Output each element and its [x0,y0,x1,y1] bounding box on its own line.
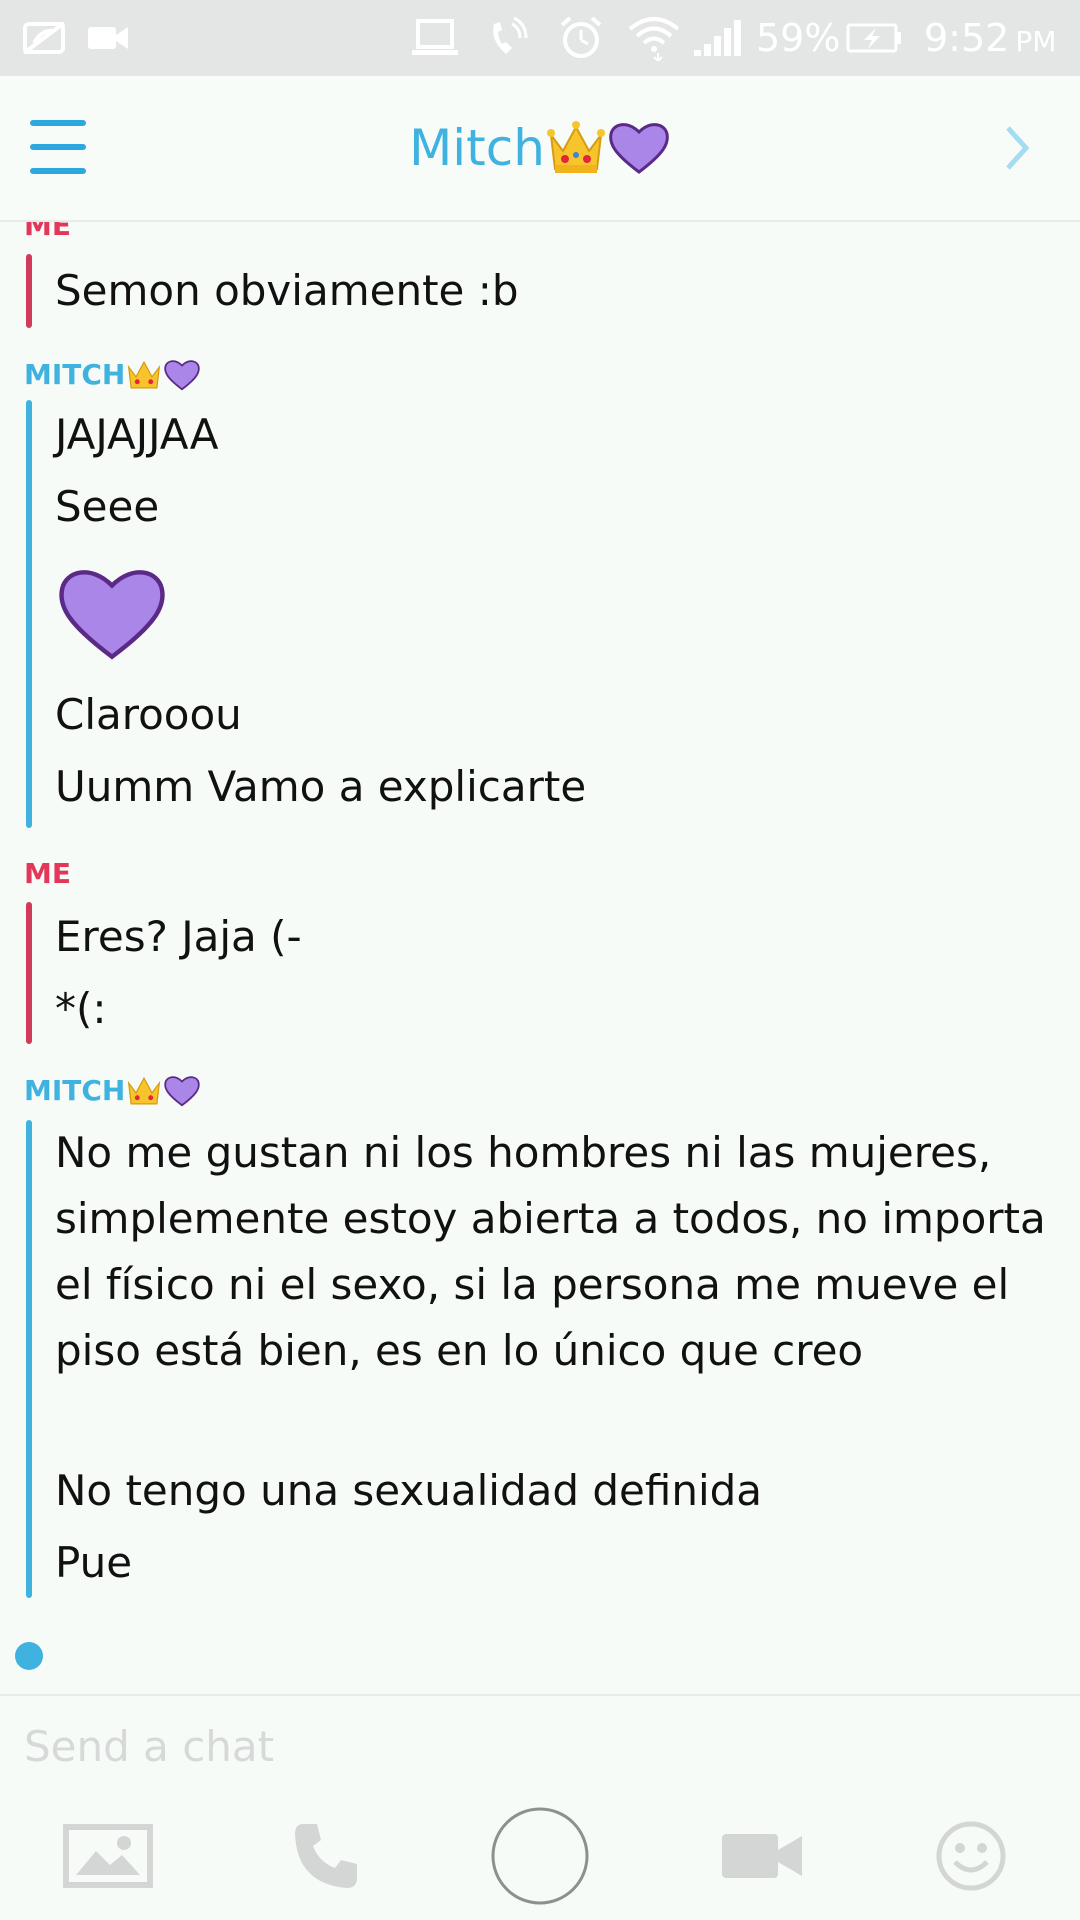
video-call-icon[interactable] [712,1808,812,1904]
clock-time: 9:52 [924,16,1010,60]
message-list[interactable]: ME Semon obviamente :b MITCH JAJAJJAA Se… [0,222,1080,1692]
message-text[interactable]: Uumm Vamo a explicarte [55,754,1045,820]
phone-vibrate-icon [484,14,530,62]
capture-button[interactable] [486,1807,594,1905]
chat-header: Mitch [0,76,1080,222]
message-text[interactable]: *(: [55,976,1045,1042]
send-chat-input[interactable] [24,1714,1024,1778]
phone-icon[interactable] [282,1808,372,1904]
sender-label-me: ME [24,222,71,242]
sender-label-mitch: MITCH [24,1072,201,1110]
message-bar-me [26,902,32,1044]
sender-name: MITCH [24,1074,126,1107]
message-text[interactable]: Clarooou [55,682,1045,748]
message-text[interactable]: No me gustan ni los hombres ni las mujer… [55,1120,1055,1384]
sender-name: MITCH [24,358,126,391]
status-bar: 59% 9:52 PM [0,0,1080,76]
battery-percent: 59% [756,16,841,60]
alarm-icon [558,14,604,62]
chevron-right-icon[interactable] [1002,120,1032,176]
purple-heart-emoji [164,360,201,391]
signal-icon [692,14,742,62]
message-text[interactable]: No tengo una sexualidad definida [55,1458,1045,1524]
message-text[interactable]: Eres? Jaja (- [55,904,1045,970]
message-text[interactable]: Pue [55,1530,1045,1596]
video-camera-icon [86,14,130,62]
message-text[interactable]: Semon obviamente :b [55,258,1045,324]
purple-heart-emoji [609,123,669,174]
sender-label-me: ME [24,857,71,890]
smiley-icon[interactable] [930,1808,1012,1904]
sender-label-mitch: MITCH [24,356,201,394]
chat-title[interactable]: Mitch [0,76,1080,220]
crown-emoji [128,1076,161,1105]
crown-emoji [546,121,605,173]
battery-charging-icon [846,14,902,62]
contact-name: Mitch [409,119,545,177]
wifi-icon [628,14,680,62]
clock: 9:52 PM [924,14,1056,62]
purple-heart-emoji [164,1076,201,1107]
image-icon[interactable] [60,1808,156,1904]
message-bar-mitch [26,400,32,828]
laptop-icon [410,14,460,62]
message-text[interactable]: JAJAJJAA [55,402,1045,468]
clock-suffix: PM [1015,25,1057,58]
snapchat-chat-screen: 59% 9:52 PM Mitch ME Semon obviamente:b… [0,0,1080,1920]
presence-indicator [15,1642,43,1670]
message-text[interactable]: Seee [55,474,1045,540]
purple-heart-emoji[interactable] [55,564,169,664]
chat-input-area [0,1694,1080,1920]
message-bar-me [26,254,32,328]
no-notification-icon [22,14,66,62]
message-bar-mitch [26,1120,32,1598]
crown-emoji [128,360,161,389]
